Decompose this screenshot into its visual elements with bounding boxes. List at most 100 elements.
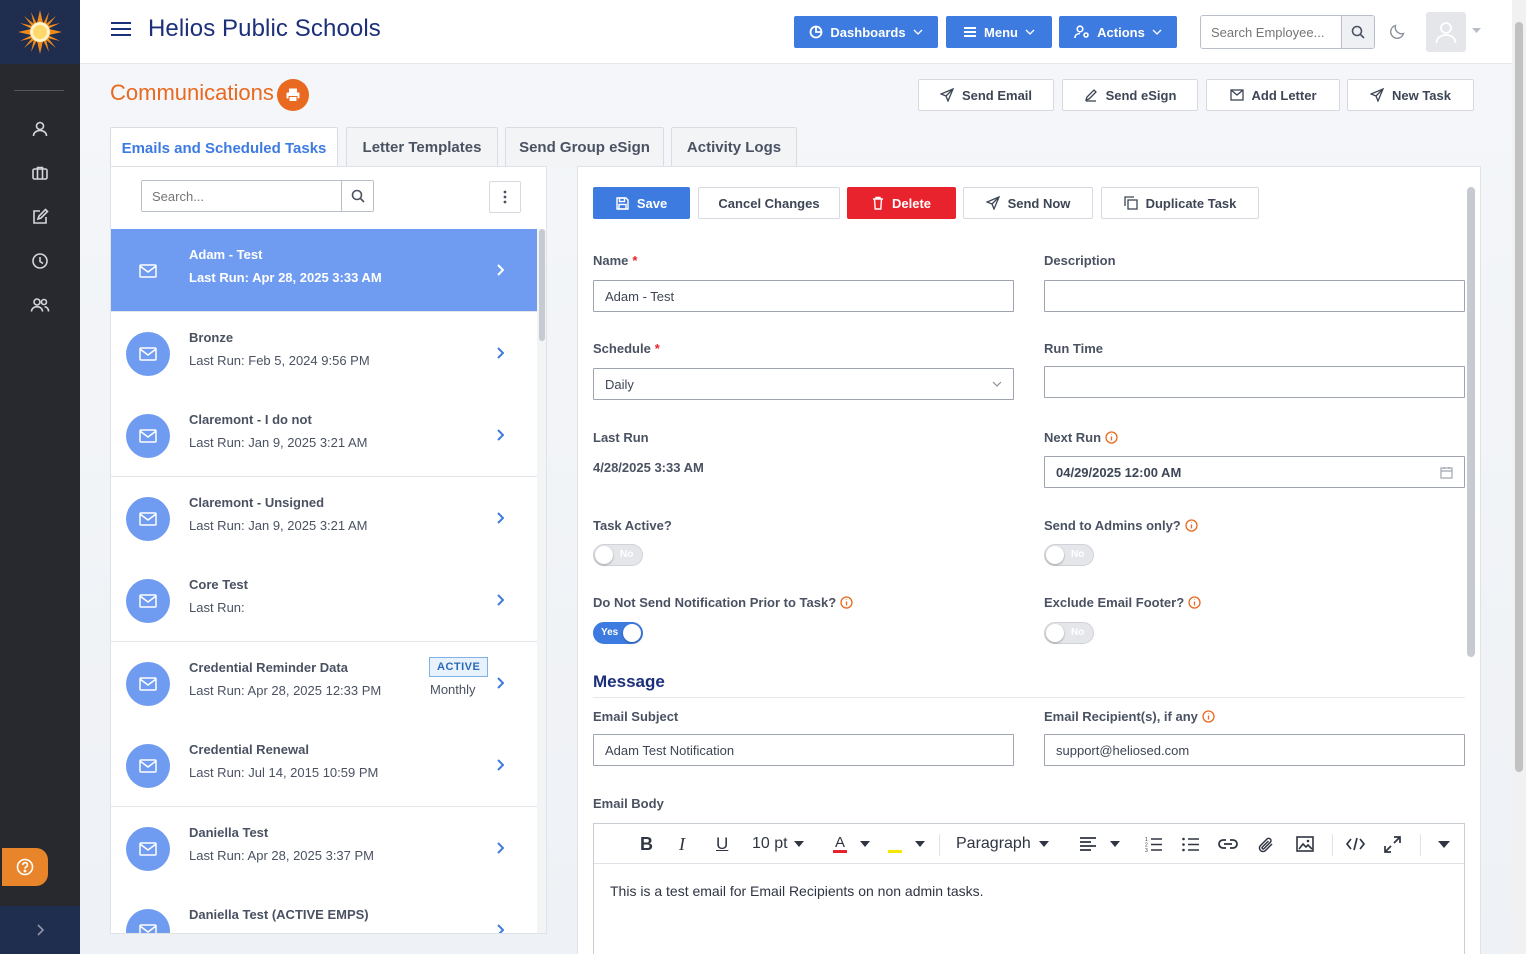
print-button[interactable] bbox=[277, 79, 309, 111]
image-icon[interactable] bbox=[1296, 832, 1314, 856]
exclude-footer-toggle[interactable]: No bbox=[1044, 622, 1094, 644]
name-input[interactable]: Adam - Test bbox=[593, 280, 1014, 312]
list-scrollbar-thumb[interactable] bbox=[539, 229, 545, 341]
window-scrollbar-thumb[interactable] bbox=[1515, 22, 1523, 772]
tab-emails-scheduled-tasks[interactable]: Emails and Scheduled Tasks bbox=[110, 127, 338, 168]
description-input[interactable] bbox=[1044, 280, 1465, 312]
list-item[interactable]: Credential Renewal Last Run: Jul 14, 2015… bbox=[111, 724, 537, 807]
list-item[interactable]: Bronze Last Run: Feb 5, 2024 9:56 PM bbox=[111, 311, 537, 395]
toolbar-separator bbox=[1420, 834, 1421, 856]
more-tools-caret-icon[interactable] bbox=[1438, 832, 1450, 856]
schedule-select[interactable]: Daily bbox=[593, 368, 1014, 400]
list-item-name: Credential Reminder Data bbox=[189, 659, 348, 675]
task-active-toggle[interactable]: No bbox=[593, 544, 643, 566]
dark-mode-toggle[interactable] bbox=[1389, 22, 1407, 40]
cancel-changes-button[interactable]: Cancel Changes bbox=[698, 187, 840, 219]
detail-scrollbar[interactable] bbox=[1467, 187, 1475, 657]
tab-send-group-esign[interactable]: Send Group eSign bbox=[505, 127, 664, 167]
send-email-button[interactable]: Send Email bbox=[918, 79, 1054, 111]
email-recipients-input[interactable]: support@heliosed.com bbox=[1044, 734, 1465, 766]
list-item[interactable]: Adam - Test Last Run: Apr 28, 2025 3:33 A… bbox=[111, 229, 537, 312]
link-icon[interactable] bbox=[1218, 832, 1238, 856]
send-esign-button[interactable]: Send eSign bbox=[1062, 79, 1198, 111]
tab-activity-logs[interactable]: Activity Logs bbox=[671, 127, 797, 167]
task-search-button[interactable] bbox=[341, 181, 373, 211]
calendar-icon[interactable] bbox=[1440, 466, 1453, 479]
delete-button[interactable]: Delete bbox=[847, 187, 956, 219]
new-task-button[interactable]: New Task bbox=[1347, 79, 1474, 111]
tab-label: Emails and Scheduled Tasks bbox=[121, 139, 327, 157]
code-view-icon[interactable] bbox=[1346, 832, 1365, 856]
actions-button[interactable]: Actions bbox=[1059, 16, 1177, 48]
employee-search-input[interactable] bbox=[1201, 16, 1341, 48]
edit-icon[interactable] bbox=[29, 206, 51, 228]
list-item-name: Daniella Test (ACTIVE EMPS) bbox=[189, 907, 369, 922]
list-item[interactable]: Daniella Test Last Run: Apr 28, 2025 3:37… bbox=[111, 806, 537, 890]
block-format-select[interactable]: Paragraph bbox=[956, 832, 1049, 856]
list-item[interactable]: Claremont - Unsigned Last Run: Jan 9, 202… bbox=[111, 476, 537, 560]
expand-sidebar-button[interactable] bbox=[0, 906, 80, 954]
email-subject-input[interactable]: Adam Test Notification bbox=[593, 734, 1014, 766]
underline-icon[interactable]: U bbox=[716, 832, 728, 856]
last-run-label: Last Run bbox=[593, 430, 649, 445]
briefcase-icon[interactable] bbox=[29, 162, 51, 184]
next-run-label: Next Run bbox=[1044, 430, 1118, 445]
attachment-icon[interactable] bbox=[1258, 832, 1274, 856]
dashboards-button[interactable]: Dashboards bbox=[794, 16, 938, 48]
help-button[interactable] bbox=[2, 848, 48, 886]
highlight-icon bbox=[888, 850, 902, 853]
info-icon[interactable] bbox=[1105, 431, 1118, 444]
fullscreen-icon[interactable] bbox=[1384, 832, 1401, 856]
user-avatar[interactable] bbox=[1426, 12, 1466, 52]
info-icon[interactable] bbox=[840, 596, 853, 609]
list-item-last-run: Last Run: bbox=[189, 600, 245, 615]
add-letter-button[interactable]: Add Letter bbox=[1206, 79, 1340, 111]
status-badge: ACTIVE bbox=[429, 656, 489, 677]
add-letter-label: Add Letter bbox=[1251, 87, 1317, 103]
user-icon[interactable] bbox=[29, 118, 51, 140]
task-search-input[interactable] bbox=[142, 181, 341, 211]
italic-icon[interactable]: I bbox=[679, 832, 685, 856]
font-size-select[interactable]: 10 pt bbox=[752, 832, 804, 856]
task-active-label: Task Active? bbox=[593, 518, 672, 533]
font-color-button[interactable]: A bbox=[832, 832, 870, 856]
list-options-button[interactable] bbox=[489, 181, 521, 213]
ordered-list-icon[interactable]: 123 bbox=[1145, 832, 1162, 856]
align-select[interactable] bbox=[1080, 832, 1120, 856]
toolbar-separator bbox=[939, 834, 940, 856]
editor-body-text[interactable]: This is a test email for Email Recipient… bbox=[610, 883, 984, 899]
next-run-datepicker[interactable]: 04/29/2025 12:00 AM bbox=[1044, 456, 1465, 488]
bold-icon[interactable]: B bbox=[640, 832, 653, 856]
save-button[interactable]: Save bbox=[593, 187, 690, 219]
users-icon[interactable] bbox=[29, 294, 51, 316]
highlight-color-button[interactable] bbox=[887, 832, 925, 856]
send-now-button[interactable]: Send Now bbox=[963, 187, 1093, 219]
no-notify-toggle[interactable]: Yes bbox=[593, 622, 643, 644]
bullet-list-icon[interactable] bbox=[1182, 832, 1199, 856]
avatar-chevron-icon[interactable] bbox=[1472, 28, 1481, 34]
list-item[interactable]: Daniella Test (ACTIVE EMPS) bbox=[111, 889, 537, 933]
sun-logo[interactable] bbox=[0, 0, 80, 64]
font-color-icon: A bbox=[833, 834, 847, 853]
hamburger-menu-icon[interactable] bbox=[110, 20, 132, 38]
info-icon[interactable] bbox=[1188, 596, 1201, 609]
info-icon[interactable] bbox=[1185, 519, 1198, 532]
list-item[interactable]: Claremont - I do not Last Run: Jan 9, 202… bbox=[111, 394, 537, 477]
list-item[interactable]: Credential Reminder Data Last Run: Apr 28… bbox=[111, 641, 537, 725]
task-list-panel: Adam - Test Last Run: Apr 28, 2025 3:33 A… bbox=[110, 166, 547, 934]
employee-search-button[interactable] bbox=[1341, 16, 1374, 48]
list-item[interactable]: Core Test Last Run: bbox=[111, 559, 537, 642]
info-icon[interactable] bbox=[1202, 710, 1215, 723]
duplicate-task-button[interactable]: Duplicate Task bbox=[1101, 187, 1259, 219]
moon-icon bbox=[1390, 24, 1405, 39]
delete-label: Delete bbox=[891, 195, 932, 211]
menu-button[interactable]: Menu bbox=[946, 16, 1052, 48]
envelope-icon bbox=[126, 414, 170, 458]
clock-icon[interactable] bbox=[29, 250, 51, 272]
send-now-label: Send Now bbox=[1007, 195, 1071, 211]
send-admins-toggle[interactable]: No bbox=[1044, 544, 1094, 566]
toggle-text: No bbox=[620, 549, 634, 560]
run-time-input[interactable] bbox=[1044, 366, 1465, 398]
envelope-icon bbox=[126, 744, 170, 788]
tab-letter-templates[interactable]: Letter Templates bbox=[346, 127, 498, 167]
